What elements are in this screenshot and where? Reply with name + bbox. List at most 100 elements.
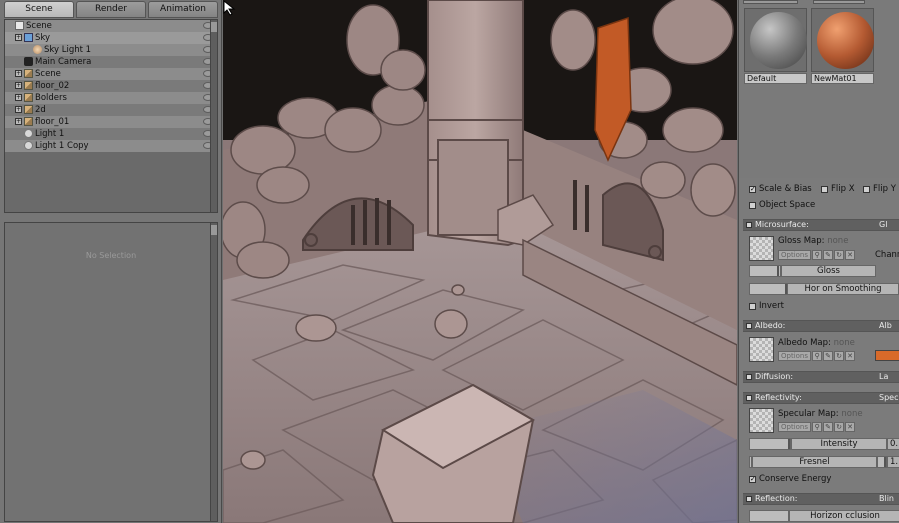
section-mode[interactable]: La	[879, 372, 888, 382]
tree-item-floor-02[interactable]: + floor_02	[5, 80, 217, 92]
scene-panel: Scene Render Animation Scene + Sky Sky L…	[0, 0, 222, 523]
horizon-smoothing-field[interactable]: Hor on Smoothing	[787, 283, 899, 295]
properties-scrollbar[interactable]	[210, 223, 217, 521]
slider-knob[interactable]	[777, 266, 779, 276]
section-mode[interactable]: Gl	[879, 220, 887, 230]
gloss-map-options: Options ⚲ ✎ ↻ ✕	[778, 250, 856, 260]
section-mode[interactable]: Blin	[879, 494, 894, 504]
invert-checkbox[interactable]	[749, 303, 756, 310]
section-toggle[interactable]	[746, 222, 752, 228]
options-button[interactable]: Options	[778, 250, 812, 260]
fresnel-slider-end[interactable]	[877, 456, 887, 468]
slider-knob[interactable]	[788, 439, 790, 449]
refresh-icon[interactable]: ↻	[834, 351, 845, 361]
search-icon[interactable]: ⚲	[812, 422, 823, 432]
edit-icon[interactable]: ✎	[823, 250, 834, 260]
section-toggle[interactable]	[746, 323, 752, 329]
albedo-header[interactable]: Albedo: Alb	[743, 320, 899, 332]
expand-icon[interactable]: +	[15, 118, 22, 125]
scroll-thumb[interactable]	[211, 225, 217, 235]
material-newmat01[interactable]: NewMat01	[811, 8, 874, 85]
section-mode[interactable]: Alb	[879, 321, 892, 331]
edit-icon[interactable]: ✎	[823, 422, 834, 432]
tree-item-light-1-copy[interactable]: Light 1 Copy	[5, 140, 217, 152]
clear-icon[interactable]: ✕	[845, 250, 856, 260]
tree-item-scene-root[interactable]: Scene	[5, 20, 217, 32]
gloss-field[interactable]: Gloss	[781, 265, 876, 277]
section-mode[interactable]: Spec	[879, 393, 898, 403]
material-default[interactable]: Default	[744, 8, 807, 85]
intensity-value[interactable]: 0.	[887, 438, 899, 450]
edit-icon[interactable]: ✎	[823, 351, 834, 361]
tab-scene[interactable]: Scene	[4, 1, 74, 18]
reflectivity-header[interactable]: Reflectivity: Spec	[743, 392, 899, 404]
expand-icon[interactable]: +	[15, 82, 22, 89]
search-icon[interactable]: ⚲	[812, 351, 823, 361]
search-icon[interactable]: ⚲	[812, 250, 823, 260]
refresh-icon[interactable]: ↻	[834, 250, 845, 260]
tree-item-label: Main Camera	[35, 57, 92, 67]
intensity-slider[interactable]	[749, 438, 791, 450]
outliner-scrollbar[interactable]	[210, 20, 217, 212]
file-icon	[15, 21, 24, 30]
diffusion-header[interactable]: Diffusion: La	[743, 371, 899, 383]
material-swatch	[811, 8, 874, 72]
slider-knob[interactable]	[884, 457, 886, 467]
tree-item-main-camera[interactable]: Main Camera	[5, 56, 217, 68]
options-button[interactable]: Options	[778, 351, 812, 361]
scale-bias-checkbox[interactable]: ✓	[749, 186, 756, 193]
section-toggle[interactable]	[746, 395, 752, 401]
conserve-energy-checkbox[interactable]: ✓	[749, 476, 756, 483]
intensity-field[interactable]: Intensity	[791, 438, 887, 450]
3d-viewport[interactable]	[223, 0, 737, 523]
material-sphere-icon	[750, 12, 807, 69]
tree-item-label: floor_01	[35, 117, 70, 127]
tab-render[interactable]: Render	[76, 1, 146, 18]
fresnel-value[interactable]: 1.	[887, 456, 899, 468]
tree-item-label: Scene	[35, 69, 61, 79]
tree-item-label: 2d	[35, 105, 46, 115]
horizon-occlusion-field[interactable]: Horizon cclusion	[789, 510, 899, 522]
albedo-color-swatch[interactable]	[875, 350, 899, 361]
scroll-thumb[interactable]	[211, 22, 217, 32]
tree-item-floor-01[interactable]: + floor_01	[5, 116, 217, 128]
expand-icon[interactable]: +	[15, 34, 22, 41]
tab-animation[interactable]: Animation	[148, 1, 218, 18]
object-space-checkbox[interactable]	[749, 202, 756, 209]
tree-item-scene[interactable]: + Scene	[5, 68, 217, 80]
tree-item-sky[interactable]: + Sky	[5, 32, 217, 44]
gloss-slider[interactable]	[749, 265, 781, 277]
options-button[interactable]: Options	[778, 422, 812, 432]
material-sphere-icon	[817, 12, 874, 69]
refresh-icon[interactable]: ↻	[834, 422, 845, 432]
material-tab[interactable]	[813, 0, 865, 4]
flip-x-checkbox[interactable]	[821, 186, 828, 193]
clear-icon[interactable]: ✕	[845, 351, 856, 361]
specular-map-slot[interactable]	[749, 408, 774, 433]
fresnel-field[interactable]: Fresnel	[752, 456, 877, 468]
flip-y-checkbox[interactable]	[863, 186, 870, 193]
tree-item-label: Light 1	[35, 129, 65, 139]
expand-icon[interactable]: +	[15, 106, 22, 113]
material-tab[interactable]	[743, 0, 798, 4]
albedo-map-slot[interactable]	[749, 337, 774, 362]
material-browser: Default NewMat01	[739, 0, 899, 178]
horizon-occlusion-slider[interactable]	[749, 510, 789, 522]
section-toggle[interactable]	[746, 374, 752, 380]
mesh-icon	[24, 93, 33, 102]
specular-map-options: Options ⚲ ✎ ↻ ✕	[778, 422, 856, 432]
mouse-cursor-icon	[223, 0, 236, 16]
section-toggle[interactable]	[746, 496, 752, 502]
horizon-smoothing-slider[interactable]	[749, 283, 787, 295]
reflection-header[interactable]: Reflection: Blin	[743, 493, 899, 505]
expand-icon[interactable]: +	[15, 70, 22, 77]
microsurface-header[interactable]: Microsurface: Gl	[743, 219, 899, 231]
tree-item-bolders[interactable]: + Bolders	[5, 92, 217, 104]
tree-item-light-1[interactable]: Light 1	[5, 128, 217, 140]
clear-icon[interactable]: ✕	[845, 422, 856, 432]
expand-icon[interactable]: +	[15, 94, 22, 101]
tree-item-2d[interactable]: + 2d	[5, 104, 217, 116]
gloss-map-slot[interactable]	[749, 236, 774, 261]
bulb-icon	[24, 129, 33, 138]
tree-item-sky-light[interactable]: Sky Light 1	[5, 44, 217, 56]
